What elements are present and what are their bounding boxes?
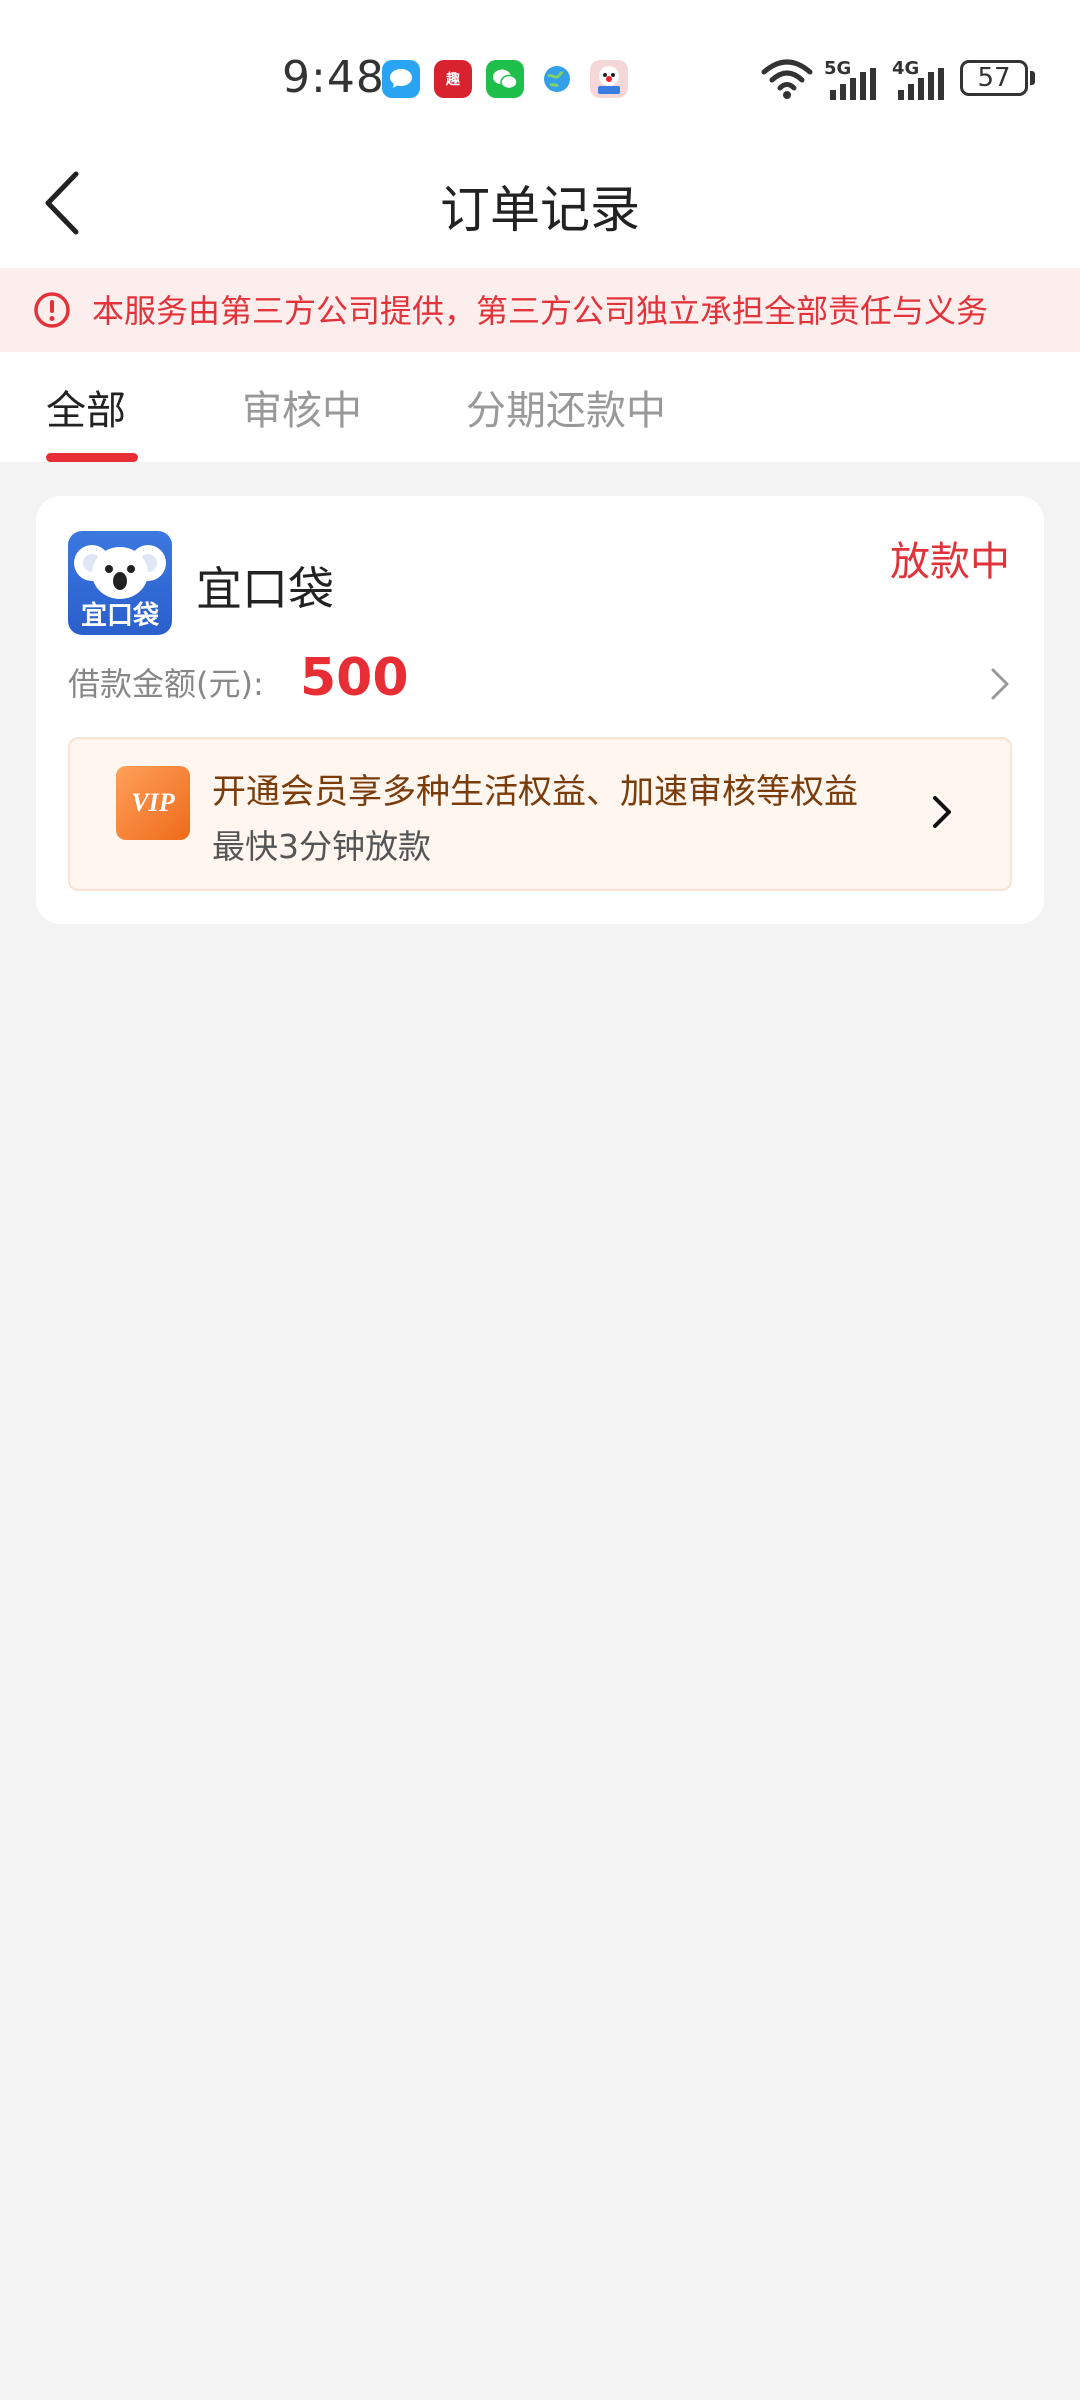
battery-icon: 57 xyxy=(960,60,1040,100)
news-icon: 趣 xyxy=(434,60,472,98)
vip-icon-text: VIP xyxy=(131,788,175,817)
vip-chevron-right-icon[interactable] xyxy=(930,792,954,832)
status-badge: 放款中 xyxy=(890,539,1010,585)
notice-text: 本服务由第三方公司提供，第三方公司独立承担全部责任与义务 xyxy=(92,292,989,330)
app-logo: 宜口袋 xyxy=(68,531,172,635)
battery-level: 57 xyxy=(977,63,1011,93)
status-time: 9:48 xyxy=(282,52,385,103)
vip-subtitle: 最快3分钟放款 xyxy=(212,827,431,866)
tab-reviewing[interactable]: 审核中 xyxy=(242,378,362,436)
vip-icon: VIP xyxy=(116,766,190,840)
chevron-right-icon[interactable] xyxy=(988,664,1012,704)
wechat-icon xyxy=(486,60,524,98)
wifi-icon xyxy=(761,59,813,99)
tab-active-indicator xyxy=(46,453,138,462)
alert-circle-icon xyxy=(34,292,70,328)
signal-5g-icon: 5G xyxy=(824,58,880,100)
amount-value: 500 xyxy=(300,648,409,708)
amount-label: 借款金额(元): xyxy=(68,665,264,703)
app-logo-text: 宜口袋 xyxy=(80,601,159,631)
game-icon xyxy=(590,60,628,98)
page-title: 订单记录 xyxy=(440,181,640,239)
vip-promo-banner[interactable] xyxy=(68,737,1012,891)
message-icon xyxy=(382,60,420,98)
vip-title: 开通会员享多种生活权益、加速审核等权益 xyxy=(212,772,858,812)
tab-installment[interactable]: 分期还款中 xyxy=(466,378,666,436)
status-bar: 9:48 趣 5G 4G 57 xyxy=(0,0,1080,150)
signal-4g-icon: 4G xyxy=(892,58,948,100)
tab-all[interactable]: 全部 xyxy=(46,378,126,436)
app-name: 宜口袋 xyxy=(196,562,334,616)
browser-icon xyxy=(538,60,576,98)
